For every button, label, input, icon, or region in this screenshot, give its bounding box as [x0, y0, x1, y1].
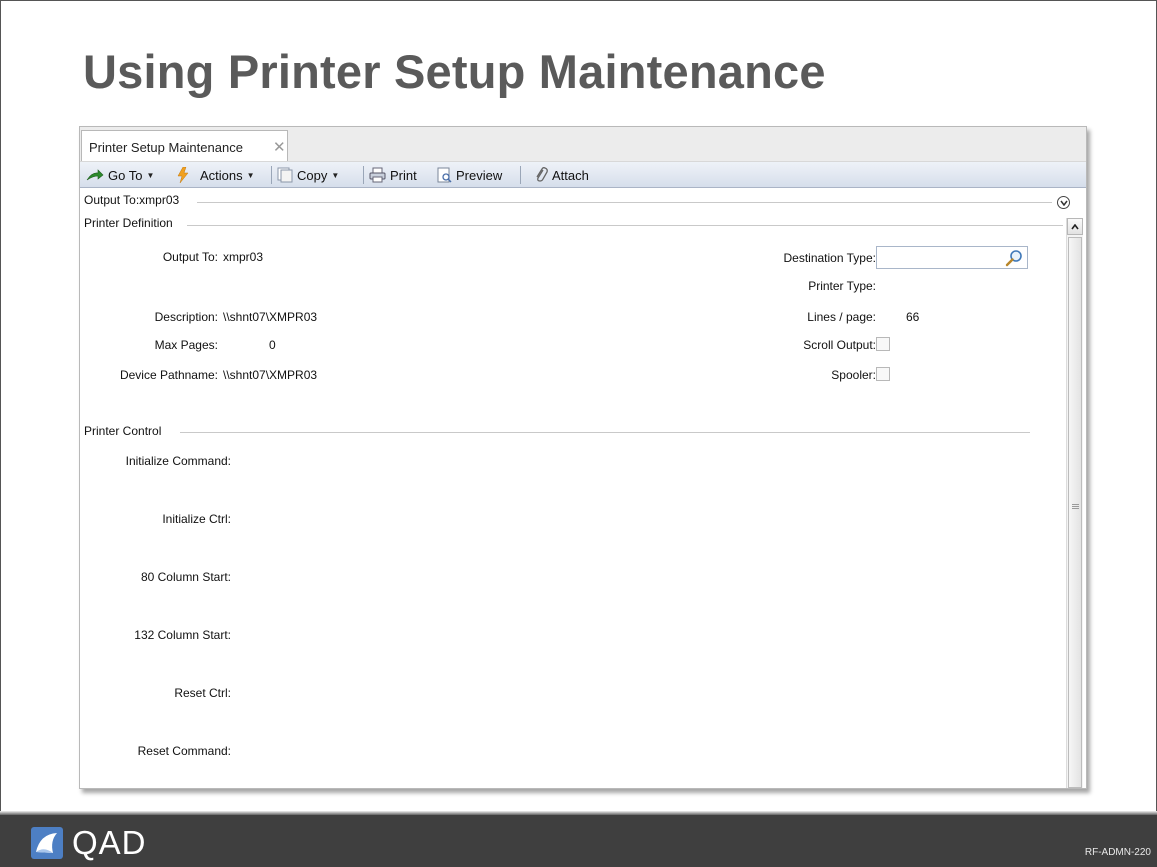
- actions-lightning-icon: [177, 167, 189, 183]
- logo-text: QAD: [72, 824, 147, 861]
- printer-control-divider: [180, 432, 1030, 433]
- spooler-label: Spooler:: [831, 368, 876, 382]
- tab-bar: Printer Setup Maintenance ✕: [80, 127, 1086, 162]
- tab-printer-setup-maintenance[interactable]: Printer Setup Maintenance ✕: [81, 130, 288, 161]
- scroll-output-label: Scroll Output:: [803, 338, 876, 352]
- tab-close-icon[interactable]: ✕: [273, 138, 286, 156]
- copy-label: Copy: [297, 167, 328, 183]
- goto-dropdown-icon: ▼: [146, 170, 155, 180]
- vertical-scrollbar[interactable]: [1066, 218, 1083, 788]
- scroll-output-checkbox[interactable]: [876, 337, 890, 351]
- device-pathname-value: \\shnt07\XMPR03: [223, 368, 318, 382]
- print-label: Print: [390, 167, 417, 183]
- copy-dropdown-icon: ▼: [331, 170, 340, 180]
- goto-label: Go To: [108, 167, 143, 183]
- printer-type-label: Printer Type:: [808, 279, 876, 293]
- header-bar-title: Output To:xmpr03: [84, 193, 180, 207]
- max-pages-value: 0: [269, 338, 276, 352]
- slide-title: Using Printer Setup Maintenance: [83, 45, 826, 98]
- initialize-command-label: Initialize Command:: [125, 454, 231, 468]
- initialize-ctrl-label: Initialize Ctrl:: [162, 512, 231, 526]
- attach-label: Attach: [552, 167, 589, 183]
- toolbar-separator: [520, 166, 521, 184]
- header-divider: [197, 202, 1052, 203]
- scroll-grip: [1072, 504, 1079, 505]
- destination-type-label: Destination Type:: [783, 251, 876, 265]
- scroll-grip: [1072, 508, 1079, 509]
- slide-code: RF-ADMN-220: [1084, 847, 1151, 858]
- description-label: Description:: [154, 310, 218, 324]
- col132-start-label: 132 Column Start:: [134, 628, 231, 642]
- printer-control-group-title: Printer Control: [84, 424, 162, 438]
- tab-label: Printer Setup Maintenance: [89, 140, 243, 155]
- toolbar-separator: [363, 166, 364, 184]
- description-value: \\shnt07\XMPR03: [223, 310, 318, 324]
- preview-icon: [437, 167, 452, 183]
- scroll-grip: [1072, 506, 1079, 507]
- scroll-up-icon[interactable]: [1067, 218, 1083, 235]
- actions-button[interactable]: Actions ▼: [176, 166, 255, 184]
- actions-dropdown-icon: ▼: [246, 170, 255, 180]
- print-button[interactable]: Print: [369, 166, 417, 184]
- goto-button[interactable]: Go To ▼: [86, 166, 154, 184]
- destination-type-input[interactable]: [876, 246, 1028, 269]
- collapse-chevron-icon[interactable]: [1057, 196, 1070, 209]
- device-pathname-label: Device Pathname:: [119, 368, 218, 382]
- toolbar: Go To ▼ Actions ▼ Copy ▼ Print Preview A…: [80, 162, 1086, 188]
- copy-icon: [277, 167, 293, 183]
- toolbar-separator: [271, 166, 272, 184]
- scroll-thumb[interactable]: [1068, 237, 1082, 788]
- max-pages-label: Max Pages:: [154, 338, 218, 352]
- output-to-value: xmpr03: [223, 250, 264, 264]
- printer-icon: [369, 167, 386, 183]
- search-icon[interactable]: [1005, 249, 1023, 267]
- col80-start-label: 80 Column Start:: [140, 570, 231, 584]
- copy-button[interactable]: Copy ▼: [277, 166, 339, 184]
- paperclip-icon: [536, 167, 548, 182]
- slide-footer: [0, 815, 1157, 867]
- output-to-label: Output To:: [162, 250, 218, 264]
- preview-label: Preview: [456, 167, 503, 183]
- reset-ctrl-label: Reset Ctrl:: [174, 686, 231, 700]
- qad-logo-icon: [31, 827, 63, 859]
- app-window: Printer Setup Maintenance ✕ Go To ▼ Acti…: [79, 126, 1087, 789]
- lines-page-value: 66: [906, 310, 920, 324]
- lines-page-label: Lines / page:: [807, 310, 876, 324]
- printer-definition-divider: [187, 225, 1063, 226]
- reset-command-label: Reset Command:: [137, 744, 231, 758]
- qad-logo: QAD: [30, 824, 147, 862]
- attach-button[interactable]: Attach: [534, 166, 589, 184]
- printer-definition-group-title: Printer Definition: [84, 216, 173, 230]
- preview-button[interactable]: Preview: [436, 166, 502, 184]
- goto-arrow-icon: [86, 169, 104, 181]
- actions-label: Actions: [200, 167, 243, 183]
- spooler-checkbox[interactable]: [876, 367, 890, 381]
